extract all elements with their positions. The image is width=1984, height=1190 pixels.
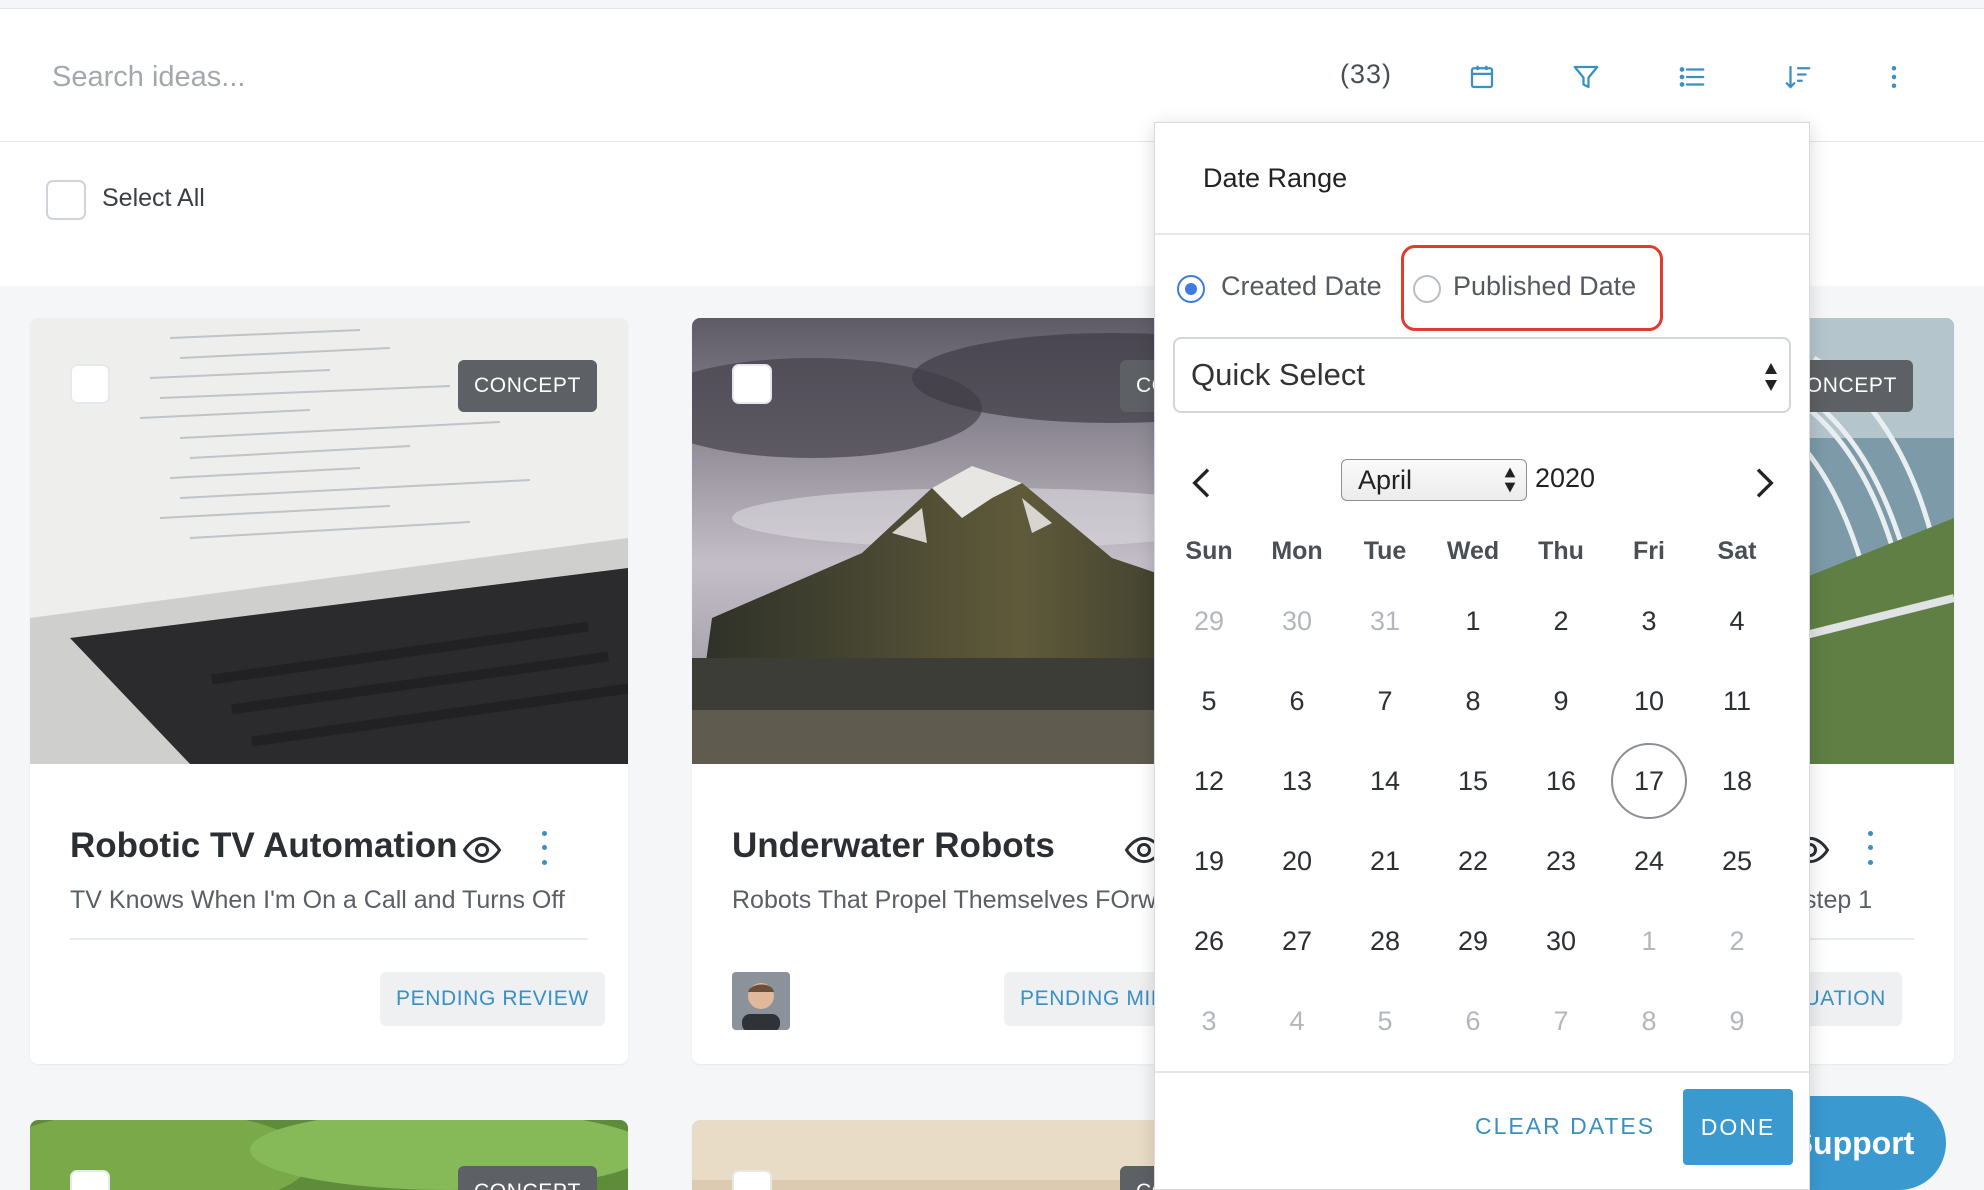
calendar-day[interactable]: 6 [1435, 983, 1511, 1059]
card-subtitle: TV Knows When I'm On a Call and Turns Of… [70, 886, 565, 914]
card-menu-icon[interactable] [1860, 826, 1880, 870]
created-date-label[interactable]: Created Date [1221, 271, 1382, 302]
year-value: 2020 [1535, 463, 1596, 493]
calendar-day[interactable]: 7 [1523, 983, 1599, 1059]
date-range-title: Date Range [1203, 163, 1348, 193]
calendar-day[interactable]: 8 [1435, 663, 1511, 739]
calendar-day[interactable]: 3 [1611, 583, 1687, 659]
quick-select-value: Quick Select [1191, 357, 1366, 392]
month-value: April [1358, 464, 1413, 495]
calendar-day[interactable]: 5 [1347, 983, 1423, 1059]
status-badge: PENDING REVIEW [380, 972, 605, 1026]
calendar-day[interactable]: 7 [1347, 663, 1423, 739]
calendar-day[interactable]: 30 [1523, 903, 1599, 979]
card-select-checkbox[interactable] [732, 364, 772, 404]
card-title[interactable]: Robotic TV Automation [70, 826, 458, 866]
divider [1155, 233, 1809, 235]
calendar-day[interactable]: 31 [1347, 583, 1423, 659]
prev-month-icon[interactable] [1183, 463, 1223, 503]
calendar-day[interactable]: 11 [1699, 663, 1775, 739]
calendar-day[interactable]: 9 [1523, 663, 1599, 739]
filter-icon[interactable] [1562, 53, 1610, 101]
month-select[interactable]: April [1341, 459, 1527, 501]
weekday-label: Tue [1363, 537, 1407, 565]
calendar-day[interactable]: 23 [1523, 823, 1599, 899]
stage-tag: CONCEPT [458, 360, 597, 412]
result-count: (33) [1340, 59, 1393, 89]
calendar-icon[interactable] [1458, 53, 1506, 101]
published-date-radio[interactable] [1413, 275, 1441, 303]
calendar-day[interactable]: 21 [1347, 823, 1423, 899]
select-arrows-icon [1765, 363, 1777, 391]
card-select-checkbox[interactable] [732, 1170, 772, 1190]
list-view-icon[interactable] [1668, 53, 1716, 101]
calendar-day[interactable]: 26 [1171, 903, 1247, 979]
calendar-day[interactable]: 14 [1347, 743, 1423, 819]
calendar-day[interactable]: 12 [1171, 743, 1247, 819]
calendar-day[interactable]: 4 [1259, 983, 1335, 1059]
card-subtitle: step 1 [1804, 886, 1873, 914]
calendar-day[interactable]: 2 [1523, 583, 1599, 659]
select-arrows-icon [1504, 467, 1516, 493]
calendar-day[interactable]: 15 [1435, 743, 1511, 819]
calendar-day[interactable]: 4 [1699, 583, 1775, 659]
calendar-day[interactable]: 29 [1435, 903, 1511, 979]
calendar-day[interactable]: 9 [1699, 983, 1775, 1059]
card-title[interactable]: Underwater Robots [732, 826, 1055, 866]
weekday-label: Thu [1538, 537, 1584, 565]
weekday-label: Sun [1185, 537, 1233, 565]
calendar-day[interactable]: 30 [1259, 583, 1335, 659]
quick-select-dropdown[interactable]: Quick Select [1173, 337, 1791, 413]
calendar-day-today[interactable]: 17 [1611, 743, 1687, 819]
calendar-day[interactable]: 8 [1611, 983, 1687, 1059]
published-date-label[interactable]: Published Date [1453, 271, 1636, 302]
next-month-icon[interactable] [1743, 463, 1783, 503]
calendar-day[interactable]: 13 [1259, 743, 1335, 819]
calendar-day[interactable]: 10 [1611, 663, 1687, 739]
done-button[interactable]: DONE [1683, 1089, 1793, 1165]
weekday-label: Sat [1717, 537, 1757, 565]
card-divider [70, 938, 588, 940]
eye-icon[interactable] [462, 830, 502, 870]
weekday-label: Wed [1446, 537, 1500, 565]
calendar-day[interactable]: 19 [1171, 823, 1247, 899]
clear-dates-button[interactable]: CLEAR DATES [1475, 1113, 1655, 1140]
calendar-day[interactable]: 2 [1699, 903, 1775, 979]
calendar-day[interactable]: 20 [1259, 823, 1335, 899]
calendar-day[interactable]: 29 [1171, 583, 1247, 659]
weekday-label: Fri [1633, 537, 1665, 565]
card-select-checkbox[interactable] [70, 1170, 110, 1190]
avatar [732, 972, 790, 1030]
more-vertical-icon[interactable] [1870, 53, 1918, 101]
select-all-label: Select All [102, 184, 205, 212]
divider [1155, 1071, 1809, 1073]
sort-icon[interactable] [1774, 53, 1822, 101]
calendar-day[interactable]: 1 [1611, 903, 1687, 979]
weekday-label: Mon [1271, 537, 1323, 565]
stage-tag: CONCEPT [458, 1166, 597, 1190]
created-date-radio[interactable] [1177, 275, 1205, 303]
calendar-day[interactable]: 27 [1259, 903, 1335, 979]
calendar-day[interactable]: 5 [1171, 663, 1247, 739]
calendar-day[interactable]: 16 [1523, 743, 1599, 819]
card-menu-icon[interactable] [534, 826, 554, 870]
select-all-checkbox[interactable] [46, 180, 86, 220]
card-subtitle: Robots That Propel Themselves FOrward [732, 886, 1193, 914]
calendar-day[interactable]: 25 [1699, 823, 1775, 899]
search-input[interactable] [52, 49, 952, 105]
idea-card[interactable]: CONCEPT [30, 1120, 628, 1190]
date-range-popover: Date Range Created Date Published Date Q… [1154, 122, 1810, 1190]
calendar-day[interactable]: 3 [1171, 983, 1247, 1059]
calendar-day[interactable]: 1 [1435, 583, 1511, 659]
calendar-day[interactable]: 6 [1259, 663, 1335, 739]
calendar-day[interactable]: 18 [1699, 743, 1775, 819]
calendar-day[interactable]: 22 [1435, 823, 1511, 899]
calendar-day[interactable]: 28 [1347, 903, 1423, 979]
calendar-day[interactable]: 24 [1611, 823, 1687, 899]
card-select-checkbox[interactable] [70, 364, 110, 404]
idea-card[interactable]: CONCEPT Robotic TV Automation TV Knows W… [30, 318, 628, 1064]
